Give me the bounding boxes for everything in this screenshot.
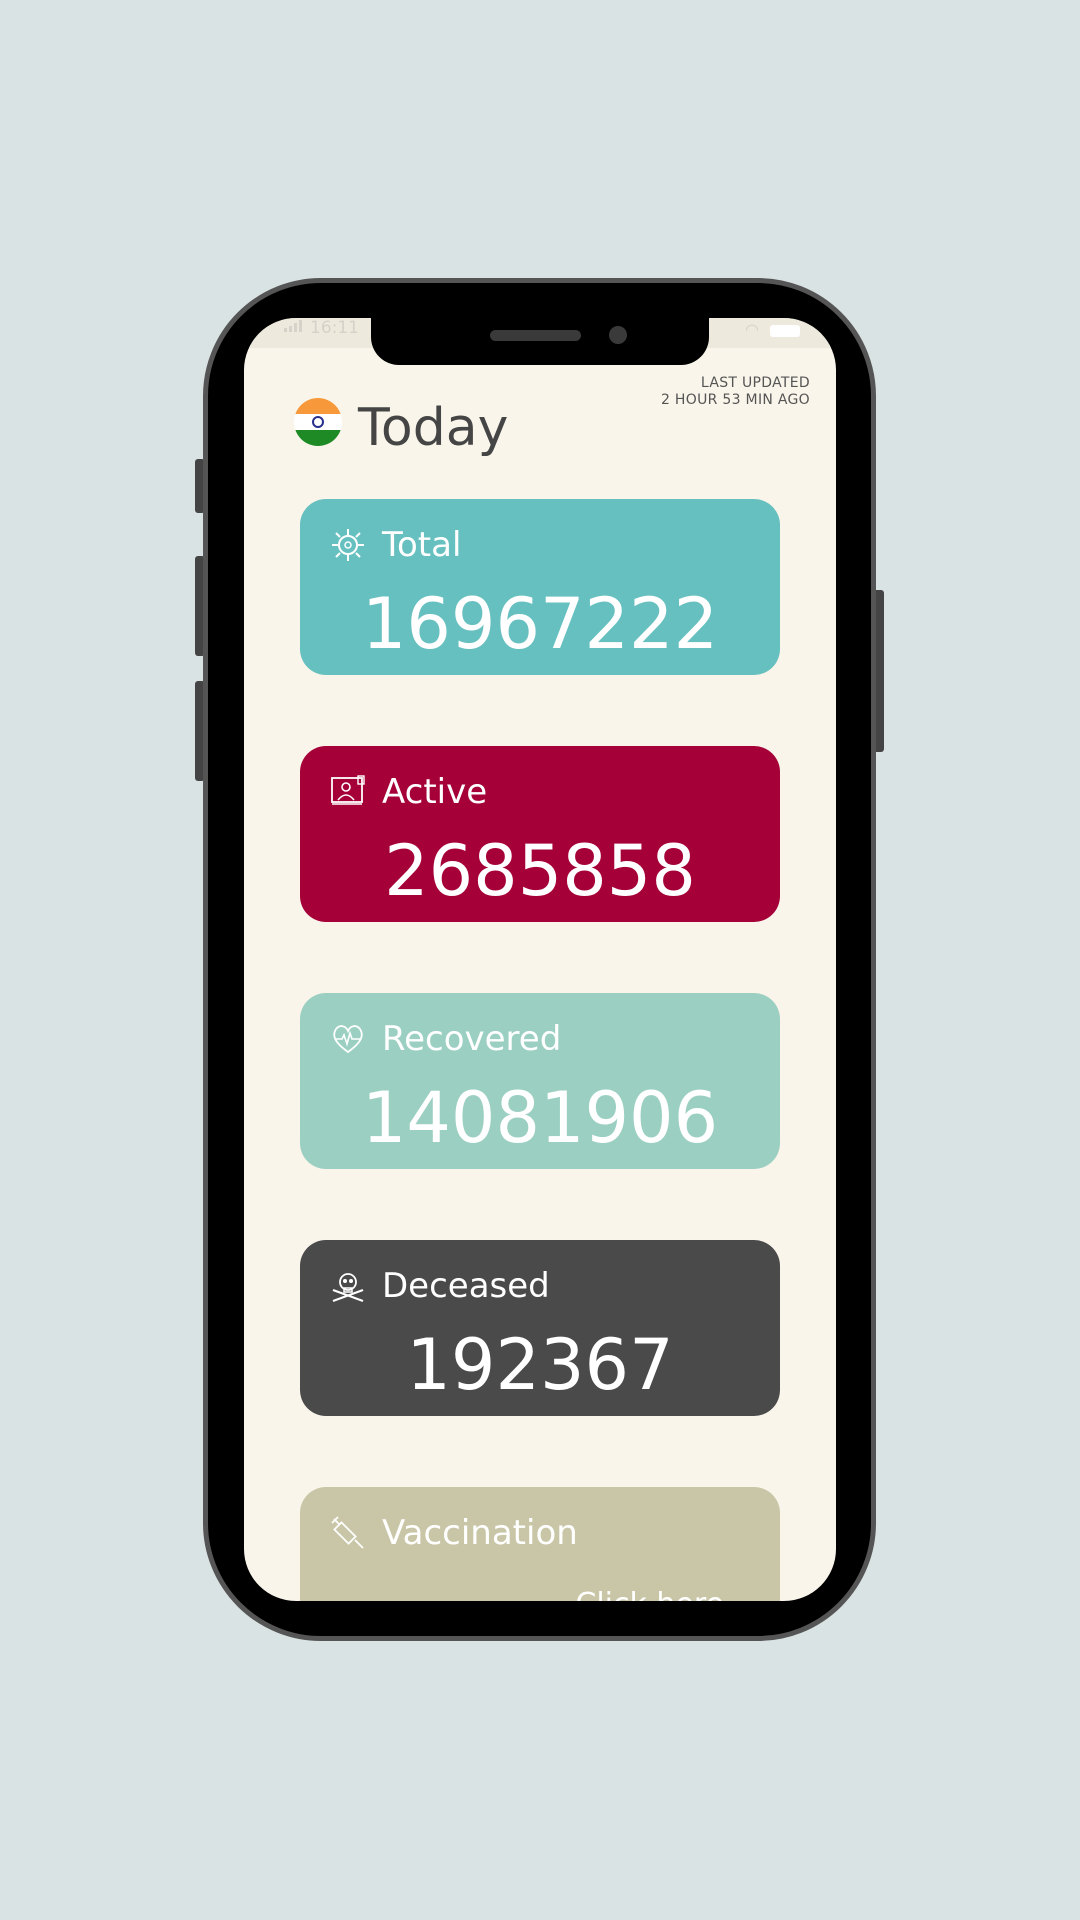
recovered-label: Recovered xyxy=(382,1019,562,1059)
last-updated-value: 2 HOUR 53 MIN AGO xyxy=(660,392,810,408)
virus-icon xyxy=(332,529,364,561)
page: 16:11 ◠ Today LAST UPDATED 2 HOUR 53 MIN… xyxy=(0,0,1080,1920)
total-label: Total xyxy=(382,525,462,565)
page-title: Today xyxy=(358,398,509,458)
total-value: 16967222 xyxy=(361,583,719,665)
recovered-card[interactable]: Recovered 14081906 xyxy=(300,993,780,1169)
syringe-icon xyxy=(331,1516,364,1549)
front-camera xyxy=(609,326,627,344)
app-screen: 16:11 ◠ Today LAST UPDATED 2 HOUR 53 MIN… xyxy=(244,318,836,1601)
active-card[interactable]: Active 2685858 xyxy=(300,746,780,922)
patient-bed-icon xyxy=(331,775,365,805)
wifi-icon: ◠ xyxy=(744,320,759,339)
vaccination-label: Vaccination xyxy=(382,1513,578,1553)
active-value: 2685858 xyxy=(384,830,696,912)
active-label: Active xyxy=(382,772,488,812)
deceased-value: 192367 xyxy=(406,1324,674,1406)
deceased-card[interactable]: Deceased 192367 xyxy=(300,1240,780,1416)
last-updated: LAST UPDATED 2 HOUR 53 MIN AGO xyxy=(661,375,810,409)
status-time: 16:11 xyxy=(310,318,359,338)
battery-icon xyxy=(770,324,800,337)
skull-crossbones-icon xyxy=(332,1273,364,1302)
recovered-value: 14081906 xyxy=(361,1077,719,1159)
signal-icon xyxy=(284,318,306,337)
speaker-grille xyxy=(490,330,581,341)
deceased-label: Deceased xyxy=(382,1266,550,1306)
heartbeat-icon xyxy=(333,1025,363,1054)
india-flag-icon xyxy=(294,398,342,446)
notch xyxy=(371,318,709,365)
last-updated-label: LAST UPDATED xyxy=(700,375,810,391)
vaccination-link[interactable]: Click here xyxy=(575,1587,724,1601)
status-icons: ◠ xyxy=(745,320,800,339)
total-card[interactable]: Total 16967222 xyxy=(300,499,780,675)
vaccination-card[interactable]: Vaccination Click here xyxy=(300,1487,780,1601)
